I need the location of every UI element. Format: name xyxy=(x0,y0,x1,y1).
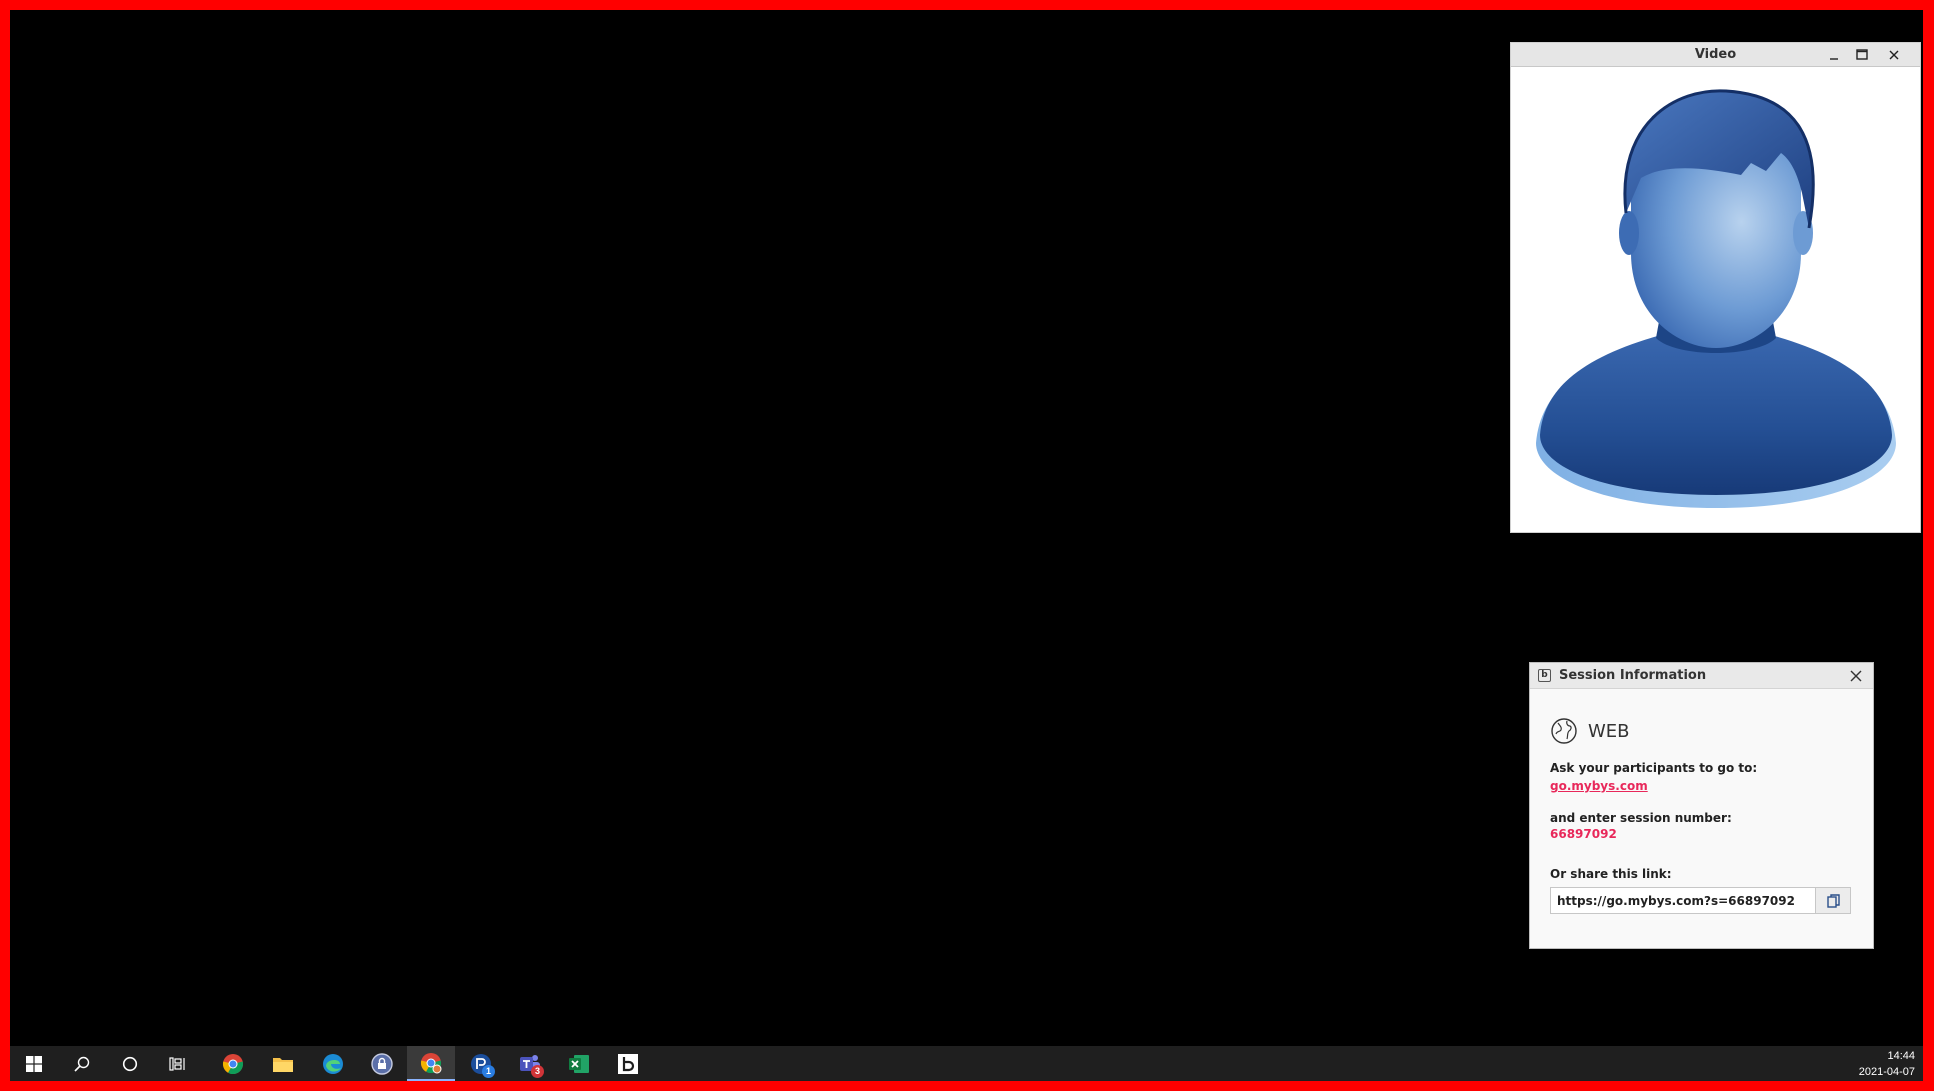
video-window: Video xyxy=(1510,42,1921,533)
clock-time: 14:44 xyxy=(1887,1050,1915,1062)
windows-start-icon xyxy=(26,1055,42,1072)
chrome-profile-icon xyxy=(420,1052,442,1073)
copy-icon xyxy=(1826,893,1840,908)
chrome-icon xyxy=(222,1053,244,1074)
edge-icon xyxy=(323,1053,343,1074)
start-button[interactable] xyxy=(10,1046,58,1081)
web-row: WEB xyxy=(1550,717,1853,745)
close-icon xyxy=(1850,670,1862,682)
task-view-button[interactable] xyxy=(154,1046,202,1081)
system-clock[interactable]: 14:44 2021-04-07 xyxy=(1859,1048,1915,1080)
task-view-icon xyxy=(169,1056,185,1071)
lock-app-icon xyxy=(371,1052,393,1075)
remote-support-taskbar-button[interactable]: 1 xyxy=(457,1046,505,1081)
maximize-button[interactable] xyxy=(1848,43,1876,67)
session-window-title: Session Information xyxy=(1559,668,1707,683)
session-number: 66897092 xyxy=(1550,827,1617,841)
folder-icon xyxy=(273,1057,293,1072)
session-information-window: b Session Information WEB Ask your parti… xyxy=(1529,662,1874,949)
site-link[interactable]: go.mybys.com xyxy=(1550,779,1648,793)
video-titlebar[interactable]: Video xyxy=(1511,43,1920,67)
shared-screen: Video b Session Information WEB Ask your… xyxy=(10,10,1923,1081)
share-link-field[interactable] xyxy=(1550,887,1816,914)
clock-date: 2021-04-07 xyxy=(1858,1066,1915,1078)
ask-participants-label: Ask your participants to go to: xyxy=(1550,761,1758,775)
maximize-icon xyxy=(1856,49,1868,60)
excel-taskbar-button[interactable] xyxy=(555,1046,603,1081)
minimize-button[interactable] xyxy=(1820,43,1848,67)
file-explorer-button[interactable] xyxy=(259,1046,307,1081)
video-feed xyxy=(1511,73,1920,532)
minimize-icon xyxy=(1830,58,1838,60)
security-app-button[interactable] xyxy=(358,1046,406,1081)
chrome-taskbar-button[interactable] xyxy=(209,1046,257,1081)
teams-taskbar-button[interactable]: 3 xyxy=(506,1046,554,1081)
enter-session-label: and enter session number: xyxy=(1550,811,1732,825)
app-logo-icon: b xyxy=(1538,669,1551,682)
chrome-profile-taskbar-button[interactable] xyxy=(407,1046,455,1081)
taskbar: 1 3 14:44 2021-04-07 xyxy=(10,1046,1923,1081)
close-button[interactable] xyxy=(1880,43,1908,67)
close-icon xyxy=(1889,50,1899,60)
share-link-label: Or share this link: xyxy=(1550,867,1672,881)
bys-app-icon xyxy=(618,1053,638,1074)
web-label: WEB xyxy=(1588,720,1630,742)
notification-badge: 3 xyxy=(531,1065,544,1078)
session-titlebar[interactable]: b Session Information xyxy=(1530,663,1873,689)
notification-badge: 1 xyxy=(482,1065,495,1078)
search-icon xyxy=(74,1056,90,1072)
globe-icon xyxy=(1551,718,1577,744)
edge-taskbar-button[interactable] xyxy=(309,1046,357,1081)
cortana-button[interactable] xyxy=(106,1046,154,1081)
search-button[interactable] xyxy=(58,1046,106,1081)
user-avatar-icon xyxy=(1535,88,1896,508)
share-link-row xyxy=(1550,887,1853,914)
session-body: WEB Ask your participants to go to: go.m… xyxy=(1530,689,1873,914)
copy-link-button[interactable] xyxy=(1816,887,1851,914)
video-window-title: Video xyxy=(1694,47,1737,62)
session-close-button[interactable] xyxy=(1845,665,1867,687)
bys-app-taskbar-button[interactable] xyxy=(604,1046,652,1081)
excel-icon xyxy=(569,1054,589,1073)
cortana-icon xyxy=(122,1056,138,1071)
